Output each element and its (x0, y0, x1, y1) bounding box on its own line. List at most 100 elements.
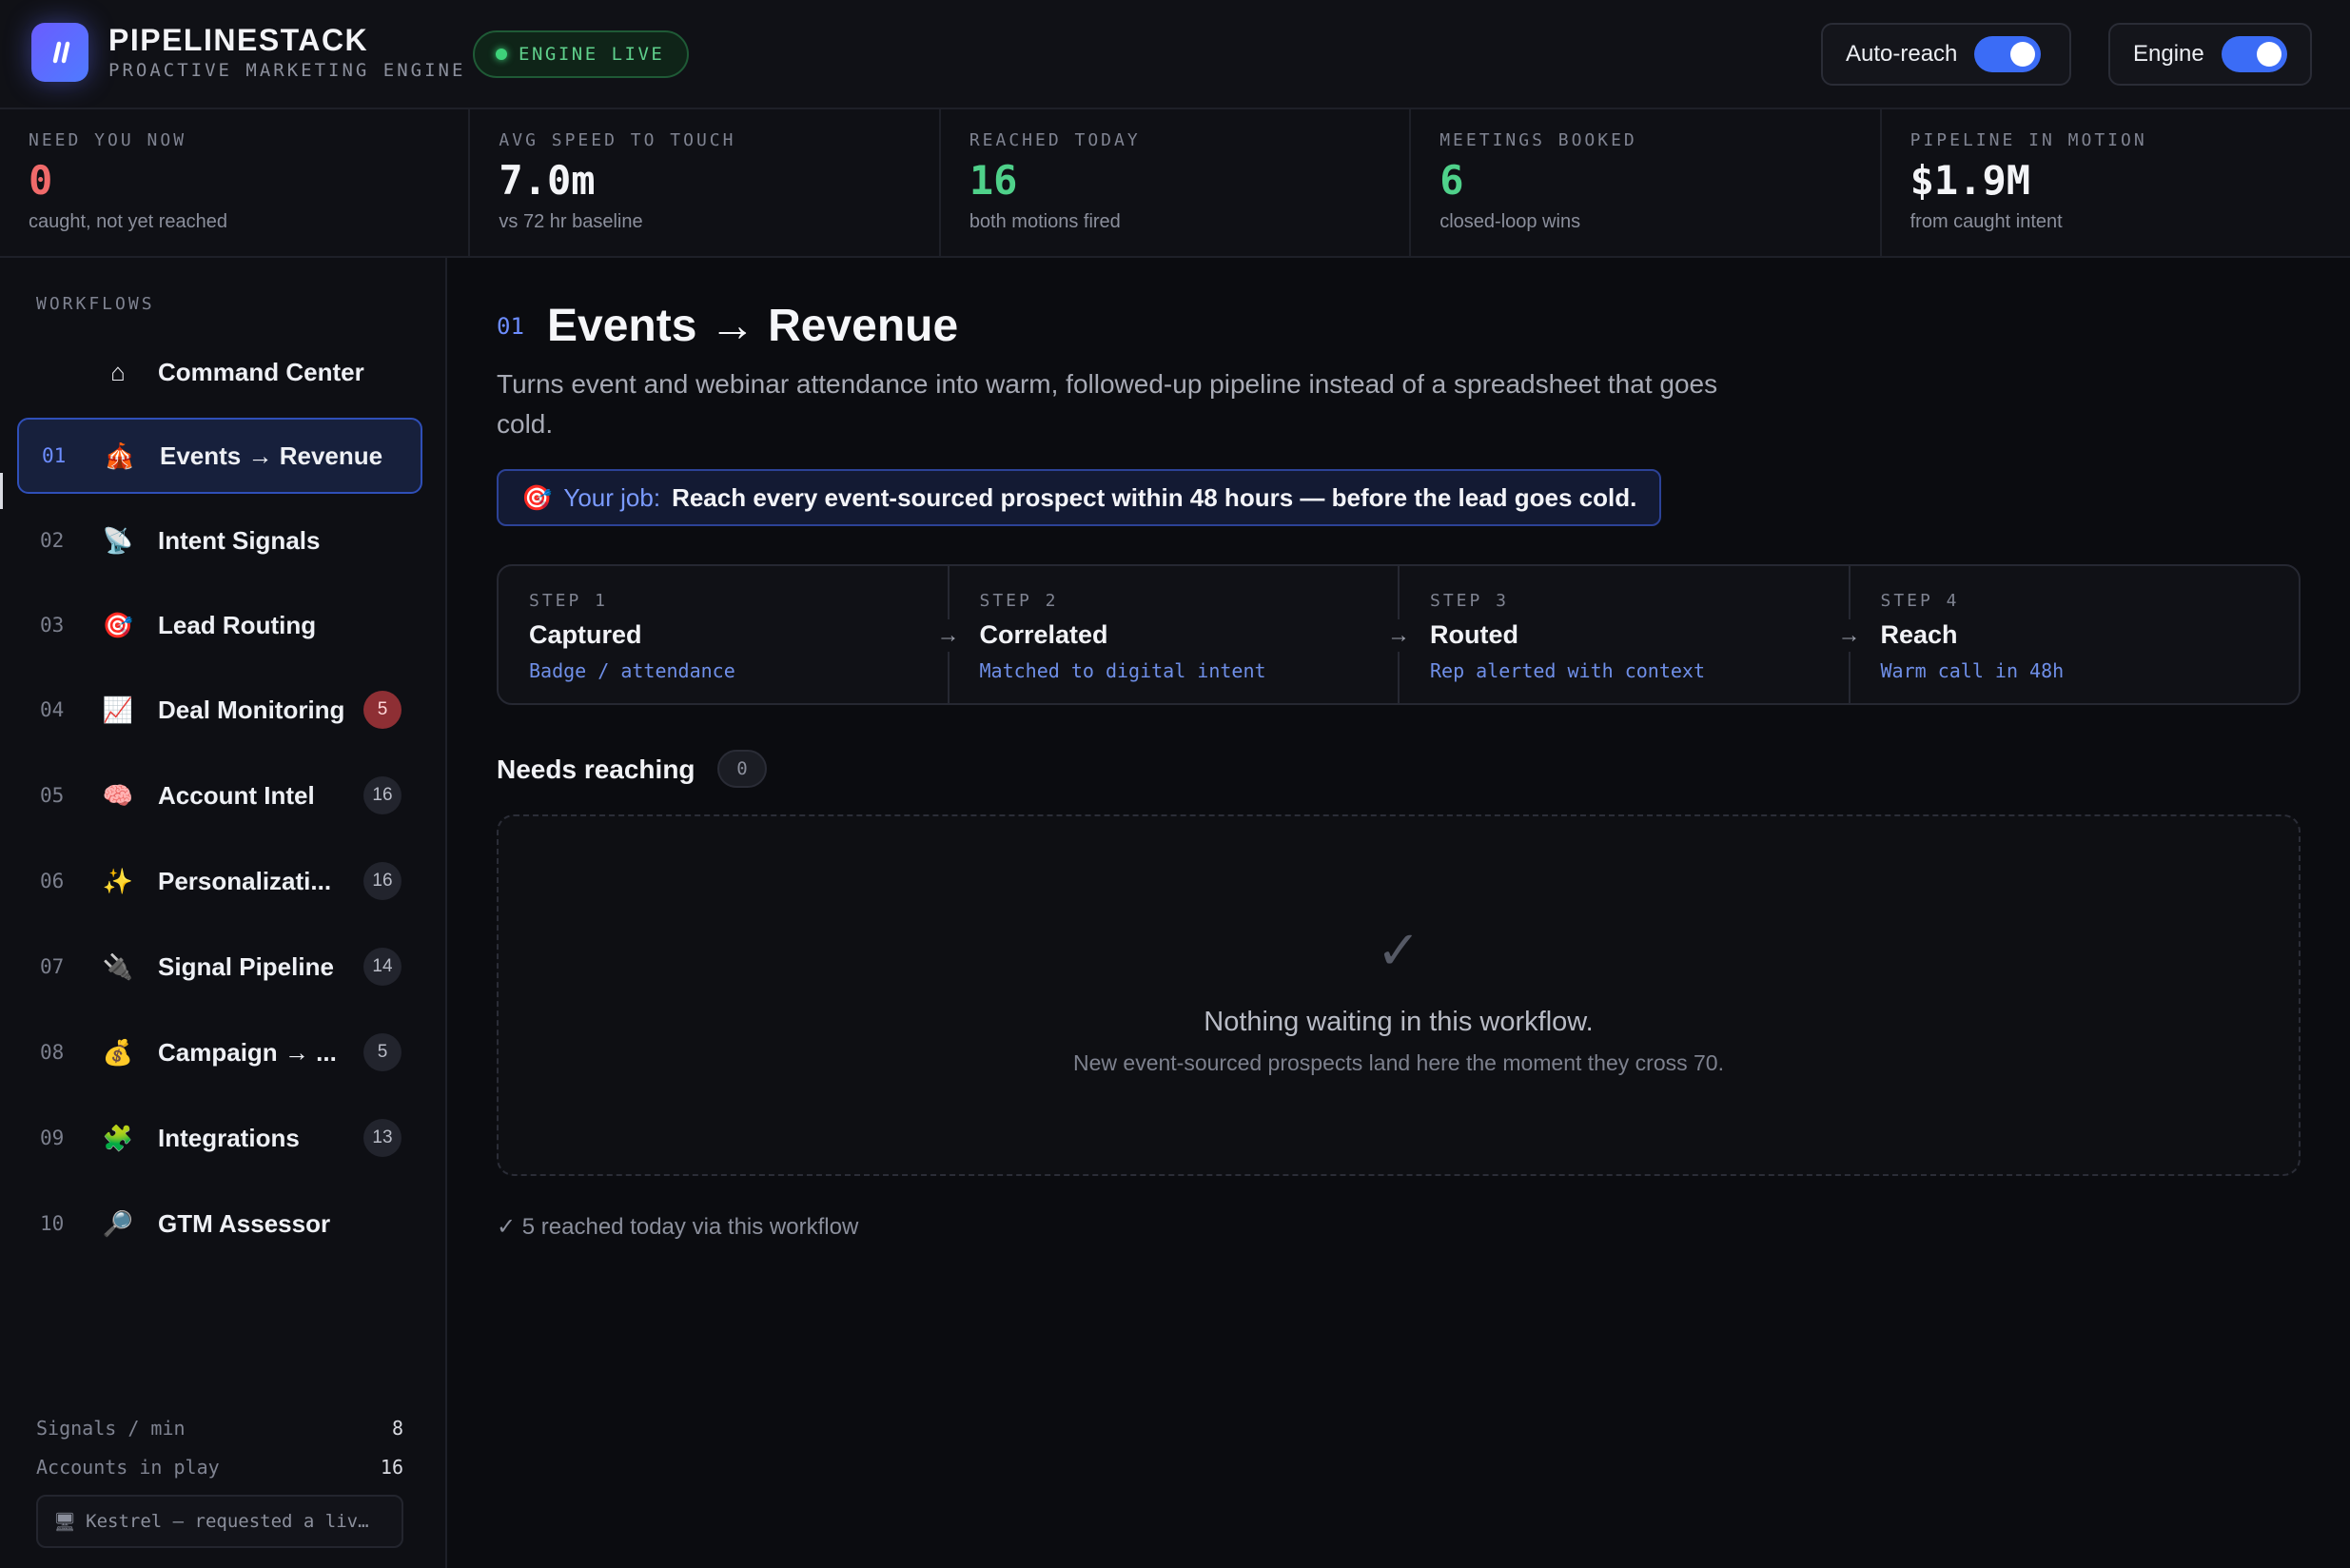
step-title: Routed (1430, 620, 1518, 649)
stat-value: 8 (391, 1417, 403, 1440)
sidebar-item-account-intel[interactable]: 05 🧠 Account Intel 16 (17, 757, 422, 833)
kpi-value: $1.9M (1909, 157, 2031, 204)
kpi-value: 6 (1439, 157, 1464, 204)
circus-tent-icon: 🎪 (104, 441, 136, 470)
target-icon: 🎯 (102, 610, 134, 639)
kpi-label: NEED YOU NOW (29, 130, 187, 150)
page-title: Events → Revenue (547, 301, 959, 351)
stat-value: 16 (380, 1456, 403, 1479)
ticker-text: Kestrel — requested a liv… (86, 1511, 369, 1532)
magnifier-icon: 🔎 (102, 1208, 134, 1238)
workflow-number: 01 (497, 313, 524, 340)
nav-badge: 13 (363, 1119, 401, 1157)
nav-badge-alert: 5 (363, 691, 401, 729)
kpi-label: REACHED TODAY (969, 130, 1141, 150)
reached-today-footer: ✓ 5 reached today via this workflow (497, 1214, 859, 1240)
auto-reach-switch[interactable] (1974, 36, 2042, 72)
sidebar-item-events-revenue[interactable]: 01 🎪 Events → Revenue (17, 418, 422, 494)
step-kicker: STEP 2 (979, 591, 1059, 611)
empty-state: ✓ Nothing waiting in this workflow. New … (497, 814, 2301, 1176)
brand-logo (31, 23, 88, 82)
auto-reach-toggle[interactable]: Auto-reach (1821, 23, 2071, 86)
engine-toggle[interactable]: Engine (2108, 23, 2312, 86)
nav-number: 10 (40, 1212, 65, 1235)
target-icon: 🎯 (521, 482, 553, 512)
app-header: PIPELINESTACK PROACTIVE MARKETING ENGINE… (0, 0, 2350, 109)
arrow-right-icon: → (931, 619, 965, 652)
brain-icon: 🧠 (102, 780, 134, 810)
nav-number: 02 (40, 529, 65, 552)
sparkles-icon: ✨ (102, 866, 134, 895)
sidebar-item-personalization[interactable]: 06 ✨ Personalizati... 16 (17, 843, 422, 919)
workflow-steps: STEP 1 Captured Badge / attendance → STE… (497, 564, 2301, 705)
nav-label: Command Center (158, 357, 364, 386)
nav-number: 08 (40, 1041, 65, 1064)
home-icon: ⌂ (110, 357, 126, 386)
kpi-sub: vs 72 hr baseline (499, 211, 643, 233)
logo-slash-icon (52, 41, 70, 64)
sidebar-item-command-center[interactable]: ⌂ Command Center (17, 334, 422, 410)
sidebar-item-campaign[interactable]: 08 💰 Campaign → ... 5 (17, 1014, 422, 1090)
kpi-sub: both motions fired (969, 211, 1121, 233)
brand-tagline: PROACTIVE MARKETING ENGINE (108, 60, 466, 81)
nav-badge: 5 (363, 1033, 401, 1071)
step-sub: Badge / attendance (529, 659, 735, 682)
nav-badge: 14 (363, 948, 401, 986)
needs-reaching-count: 0 (717, 750, 767, 788)
kpi-sub: closed-loop wins (1439, 211, 1581, 233)
engine-status-badge: ENGINE LIVE (473, 30, 690, 78)
nav-number: 06 (40, 870, 65, 892)
auto-reach-label: Auto-reach (1846, 41, 1958, 67)
step-reach: STEP 4 Reach Warm call in 48h (1851, 566, 2300, 703)
brand-name: PIPELINESTACK (108, 23, 369, 57)
sidebar-item-intent-signals[interactable]: 02 📡 Intent Signals (17, 502, 422, 578)
sidebar-heading: WORKFLOWS (36, 294, 155, 314)
main-panel: 01 Events → Revenue Turns event and webi… (449, 258, 2350, 1568)
stat-signals-per-min: Signals / min 8 (36, 1417, 403, 1440)
activity-ticker[interactable]: 🖥 Kestrel — requested a liv… (36, 1495, 403, 1548)
stat-label: Accounts in play (36, 1456, 220, 1479)
kpi-value: 7.0m (499, 157, 596, 204)
step-title: Reach (1880, 620, 1958, 649)
kpi-sub: from caught intent (1909, 211, 2063, 233)
kpi-reached-today: REACHED TODAY 16 both motions fired (941, 109, 1412, 256)
nav-number: 03 (40, 614, 65, 637)
kpi-strip: NEED YOU NOW 0 caught, not yet reached A… (0, 109, 2350, 258)
sidebar-item-integrations[interactable]: 09 🧩 Integrations 13 (17, 1100, 422, 1176)
nav-number: 01 (42, 444, 67, 467)
nav-number: 07 (40, 955, 65, 978)
kpi-pipeline-in-motion: PIPELINE IN MOTION $1.9M from caught int… (1882, 109, 2350, 256)
puzzle-icon: 🧩 (102, 1123, 134, 1152)
empty-state-title: Nothing waiting in this workflow. (1204, 1007, 1594, 1037)
step-routed: STEP 3 Routed Rep alerted with context → (1400, 566, 1866, 703)
scroll-marker (0, 473, 3, 509)
kpi-value: 0 (29, 157, 53, 204)
kpi-label: MEETINGS BOOKED (1439, 130, 1637, 150)
needs-reaching-heading: Needs reaching (497, 755, 695, 784)
step-sub: Warm call in 48h (1880, 659, 2065, 682)
nav-badge: 16 (363, 776, 401, 814)
nav-badge: 16 (363, 862, 401, 900)
kpi-sub: caught, not yet reached (29, 211, 228, 233)
engine-switch[interactable] (2221, 36, 2287, 72)
sidebar-item-signal-pipeline[interactable]: 07 🔌 Signal Pipeline 14 (17, 929, 422, 1005)
sidebar-item-gtm-assessor[interactable]: 10 🔎 GTM Assessor (17, 1186, 422, 1262)
workflow-description: Turns event and webinar attendance into … (497, 369, 1718, 439)
chart-up-icon: 📈 (102, 695, 134, 724)
satellite-dish-icon: 📡 (102, 525, 134, 555)
live-dot-icon (496, 49, 507, 60)
step-kicker: STEP 3 (1430, 591, 1510, 611)
nav-label: Account Intel (158, 780, 315, 810)
job-text: Reach every event-sourced prospect withi… (672, 482, 1637, 512)
step-kicker: STEP 4 (1880, 591, 1960, 611)
sidebar-item-lead-routing[interactable]: 03 🎯 Lead Routing (17, 587, 422, 663)
nav-label: GTM Assessor (158, 1208, 331, 1238)
job-label: Your job: (563, 482, 661, 512)
kpi-need-you-now: NEED YOU NOW 0 caught, not yet reached (0, 109, 471, 256)
your-job-banner: 🎯 Your job: Reach every event-sourced pr… (497, 469, 1662, 526)
stat-accounts-in-play: Accounts in play 16 (36, 1456, 403, 1479)
step-sub: Matched to digital intent (979, 659, 1266, 682)
sidebar-item-deal-monitoring[interactable]: 04 📈 Deal Monitoring 5 (17, 672, 422, 748)
kpi-avg-speed: AVG SPEED TO TOUCH 7.0m vs 72 hr baselin… (470, 109, 941, 256)
step-title: Correlated (979, 620, 1108, 649)
